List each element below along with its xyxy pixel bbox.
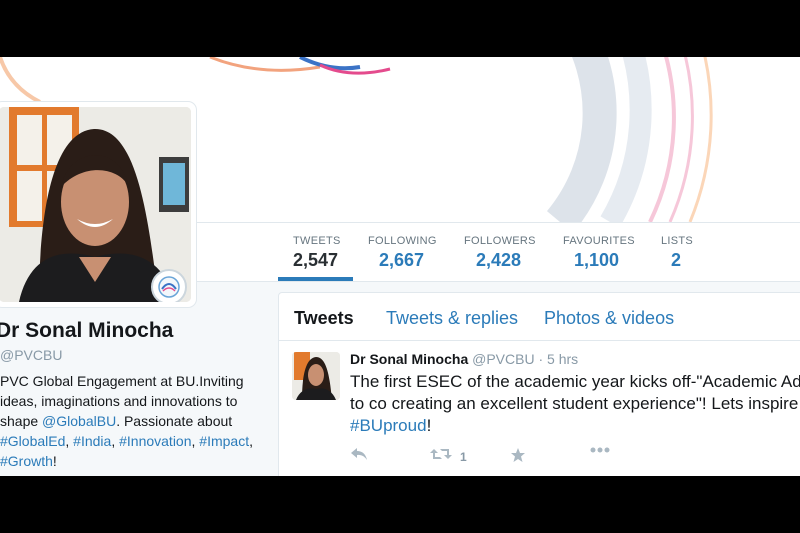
profile-handle[interactable]: @PVCBU: [0, 347, 62, 363]
stat-label: TWEETS: [293, 235, 341, 247]
stat-following[interactable]: FOLLOWING 2,667: [368, 235, 437, 271]
tweets-timeline: Tweets Tweets & replies Photos & videos …: [278, 292, 800, 476]
bio-text: ,: [111, 433, 120, 449]
tweet-line: to co creating an excellent student expe…: [350, 394, 799, 413]
hashtag-link[interactable]: #BUproud: [350, 416, 427, 435]
stat-label: LISTS: [661, 235, 694, 247]
bio-text: !: [52, 453, 57, 469]
profile-bio: PVC Global Engagement at BU.Inviting ide…: [0, 371, 268, 471]
more-icon[interactable]: [590, 447, 610, 453]
tweet-avatar[interactable]: [292, 352, 340, 400]
stat-label: FAVOURITES: [563, 235, 635, 247]
retweet-icon: [430, 447, 452, 466]
hashtag-link[interactable]: #India: [73, 433, 111, 449]
tweet-actions: 1: [350, 447, 650, 467]
bio-text: ,: [65, 433, 74, 449]
tab-photos-videos[interactable]: Photos & videos: [544, 308, 674, 329]
stat-lists[interactable]: LISTS 2: [661, 235, 693, 271]
tweet-text: The first ESEC of the academic year kick…: [350, 371, 800, 437]
star-icon[interactable]: [510, 447, 526, 463]
stat-value: 1,100: [574, 250, 620, 270]
tweet-line: The first ESEC of the academic year kick…: [350, 372, 800, 391]
tweet-text-end: !: [426, 416, 432, 435]
tab-tweets-replies[interactable]: Tweets & replies: [386, 308, 518, 329]
timeline-tabs: Tweets Tweets & replies Photos & videos: [279, 293, 800, 341]
stat-value: 2,428: [476, 250, 522, 270]
stat-label: FOLLOWING: [368, 235, 437, 247]
retweet-button[interactable]: 1: [430, 447, 467, 466]
stat-favourites[interactable]: FAVOURITES 1,100: [563, 235, 635, 271]
tweet-meta: @PVCBU · 5 hrs: [472, 351, 579, 367]
tweet-author-name[interactable]: Dr Sonal Minocha: [350, 351, 468, 367]
profile-avatar[interactable]: [0, 102, 196, 307]
hashtag-link[interactable]: #Innovation: [119, 433, 191, 449]
twitter-profile-page: TWEETS 2,547 FOLLOWING 2,667 FOLLOWERS 2…: [0, 57, 800, 476]
tweet-item[interactable]: Dr Sonal Minocha @PVCBU · 5 hrs The firs…: [279, 341, 800, 476]
bio-text: . Passionate about: [116, 413, 233, 429]
stat-followers[interactable]: FOLLOWERS 2,428: [464, 235, 536, 271]
hashtag-link[interactable]: #Growth: [0, 453, 53, 469]
letterbox-bottom: [0, 476, 800, 533]
stat-label: FOLLOWERS: [464, 235, 536, 247]
stat-tweets[interactable]: TWEETS 2,547: [293, 235, 341, 271]
tweet-header: Dr Sonal Minocha @PVCBU · 5 hrs: [350, 351, 578, 367]
stat-value: 2,667: [379, 250, 425, 270]
stat-value: 2,547: [293, 250, 339, 270]
hashtag-link[interactable]: #Impact: [199, 433, 249, 449]
profile-photo: [0, 107, 191, 302]
retweet-count: 1: [460, 449, 467, 464]
active-stat-indicator: [278, 277, 353, 281]
reply-icon[interactable]: [350, 447, 368, 461]
tab-tweets[interactable]: Tweets: [294, 308, 354, 329]
profile-name: Dr Sonal Minocha: [0, 319, 174, 342]
bio-text: ,: [249, 433, 253, 449]
mention-link[interactable]: @GlobalBU: [42, 413, 116, 429]
hashtag-link[interactable]: #GlobalEd: [0, 433, 65, 449]
stat-value: 2: [671, 250, 682, 270]
letterbox-top: [0, 0, 800, 57]
university-badge-icon: [151, 269, 187, 302]
